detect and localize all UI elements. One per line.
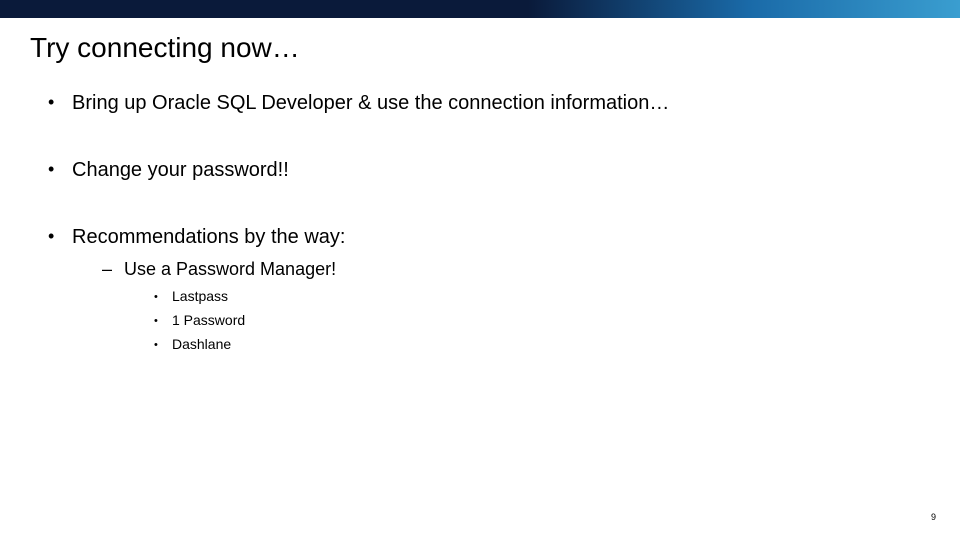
list-item-text: Recommendations by the way: bbox=[72, 226, 345, 248]
list-item: Bring up Oracle SQL Developer & use the … bbox=[48, 92, 930, 115]
list-item-text: Use a Password Manager! bbox=[124, 259, 336, 279]
header-bar bbox=[0, 0, 960, 18]
bullet-list-level1: Bring up Oracle SQL Developer & use the … bbox=[30, 92, 930, 352]
list-item: Lastpass bbox=[154, 288, 930, 304]
list-item: 1 Password bbox=[154, 312, 930, 328]
slide-title: Try connecting now… bbox=[30, 32, 930, 64]
slide-content: Try connecting now… Bring up Oracle SQL … bbox=[0, 18, 960, 352]
bullet-list-level3: Lastpass 1 Password Dashlane bbox=[124, 288, 930, 352]
list-item: Use a Password Manager! Lastpass 1 Passw… bbox=[102, 259, 930, 352]
list-item: Change your password!! bbox=[48, 159, 930, 182]
bullet-list-level2: Use a Password Manager! Lastpass 1 Passw… bbox=[72, 259, 930, 352]
list-item: Dashlane bbox=[154, 336, 930, 352]
list-item: Recommendations by the way: Use a Passwo… bbox=[48, 226, 930, 352]
page-number: 9 bbox=[931, 512, 936, 522]
